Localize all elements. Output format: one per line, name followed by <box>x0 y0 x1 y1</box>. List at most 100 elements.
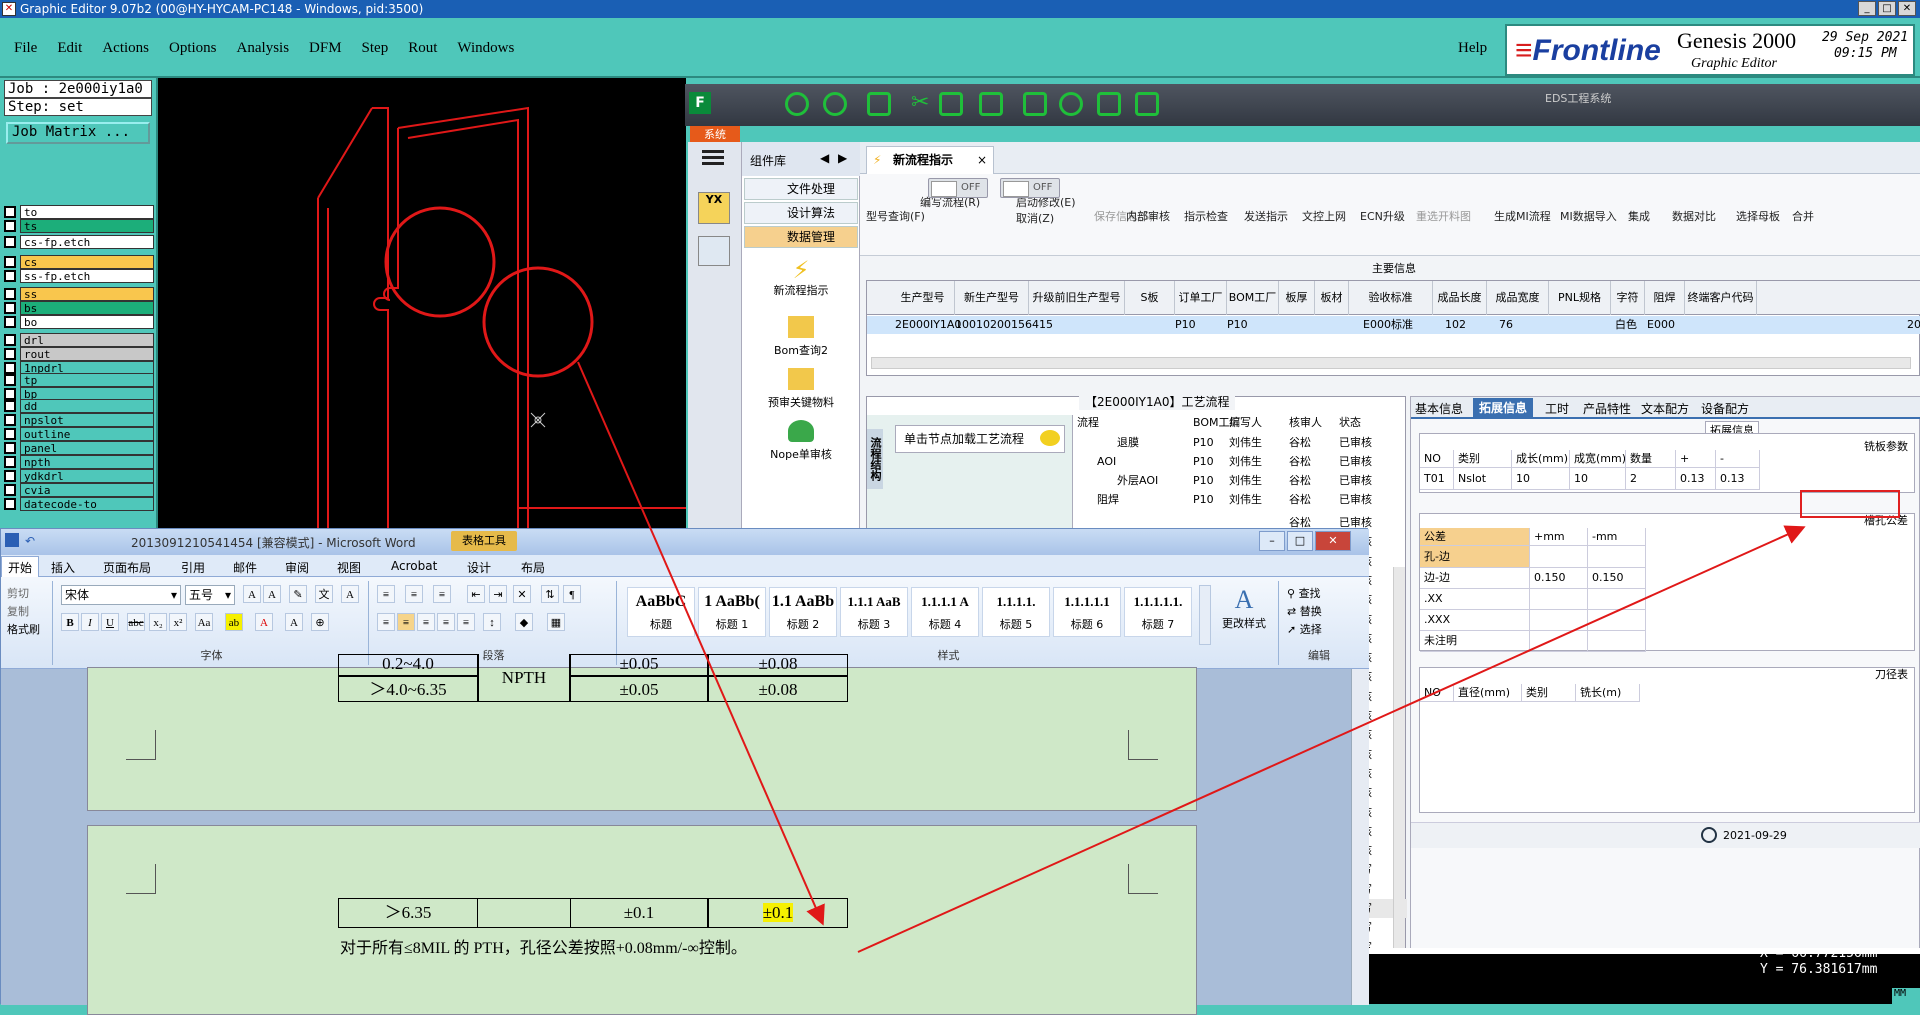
toggle-edit-process[interactable]: OFF <box>928 178 988 198</box>
grid-header-cell[interactable]: S板 <box>1125 281 1175 315</box>
underline-button[interactable]: U <box>101 613 119 631</box>
align-right-button[interactable]: ≡ <box>417 613 435 631</box>
grid-header-cell[interactable]: 字符 <box>1611 281 1645 315</box>
format-painter-button[interactable]: 格式刷 <box>7 621 40 637</box>
process-row[interactable]: AOI P10 刘伟生 谷松 已审核 <box>1077 452 1407 471</box>
phonetic-button[interactable]: 文 <box>315 585 333 603</box>
word-tab[interactable]: Acrobat <box>391 559 437 573</box>
table-cell[interactable]: NPTH <box>478 654 570 702</box>
slot-cell[interactable]: .XXX <box>1420 609 1530 631</box>
grid-header-cell[interactable]: PNL规格 <box>1549 281 1611 315</box>
process-row[interactable]: 退膜 P10 刘伟生 谷松 已审核 <box>1077 433 1407 452</box>
layer-name[interactable]: rout <box>20 346 154 361</box>
layer-row[interactable]: datecode-to <box>4 496 154 511</box>
layer-row[interactable]: ss <box>4 286 154 301</box>
table-cell[interactable]: ±0.05 <box>570 676 708 702</box>
slot-cell[interactable] <box>1588 609 1646 631</box>
copy-button[interactable]: 复制 <box>7 603 29 619</box>
layer-row[interactable]: bs <box>4 300 154 315</box>
menu-rout[interactable]: Rout <box>408 40 437 57</box>
mill-cell[interactable]: 0.13 <box>1676 468 1716 490</box>
enclose-char-button[interactable]: ⊕ <box>311 613 329 631</box>
layer-row[interactable]: cvia <box>4 482 154 497</box>
graphic-canvas[interactable] <box>158 78 686 533</box>
chinese-layout-button[interactable]: ✕ <box>513 585 531 603</box>
menu-options[interactable]: Options <box>169 40 217 57</box>
find-button[interactable]: ⚲ 查找 <box>1287 585 1321 601</box>
close-button[interactable]: ✕ <box>1898 1 1916 16</box>
layer-row[interactable]: cs <box>4 254 154 269</box>
menu-dfm[interactable]: DFM <box>309 40 342 57</box>
subscript-button[interactable]: x₂ <box>149 613 167 631</box>
numbering-button[interactable]: ≡ <box>405 585 423 603</box>
word-tab[interactable]: 邮件 <box>233 559 257 576</box>
layer-checkbox[interactable] <box>4 413 16 426</box>
info-tab[interactable]: 产品特性 <box>1583 400 1631 417</box>
tool-new-process[interactable]: ⚡ 新流程指示 <box>742 256 860 298</box>
select-button[interactable]: ➚ 选择 <box>1287 621 1322 637</box>
ribbon-button[interactable]: 生成MI流程 <box>1494 208 1551 224</box>
monitor-icon[interactable] <box>1135 92 1159 116</box>
superscript-button[interactable]: x² <box>169 613 187 631</box>
ribbon-button[interactable]: ECN升级 <box>1360 208 1405 224</box>
style-item[interactable]: 1.1 AaBb 标题 2 <box>769 587 837 637</box>
layer-name[interactable]: ss-fp.etch <box>20 268 154 283</box>
ribbon-button[interactable]: 选择母板 <box>1736 208 1780 224</box>
layer-row[interactable]: drl <box>4 332 154 347</box>
layer-name[interactable]: ts <box>20 218 154 233</box>
layer-checkbox[interactable] <box>4 373 16 386</box>
info-tab[interactable]: 文本配方 <box>1641 400 1689 417</box>
increase-indent-button[interactable]: ⇥ <box>489 585 507 603</box>
slot-cell[interactable]: 孔-边 <box>1420 546 1530 568</box>
borders-button[interactable]: ▦ <box>547 613 565 631</box>
layer-name[interactable]: npslot <box>20 412 154 427</box>
ribbon-button[interactable]: MI数据导入 <box>1560 208 1617 224</box>
layer-name[interactable]: tp <box>20 372 154 387</box>
word-tab[interactable]: 设计 <box>467 559 491 576</box>
layer-row[interactable]: tp <box>4 372 154 387</box>
layer-name[interactable]: outline <box>20 426 154 441</box>
mill-cell[interactable]: 10 <box>1570 468 1626 490</box>
menu-windows[interactable]: Windows <box>457 40 514 57</box>
style-item[interactable]: 1.1.1 AaB 标题 3 <box>840 587 908 637</box>
strikethrough-button[interactable]: abc <box>127 613 145 631</box>
ribbon-button[interactable]: 发送指示 <box>1244 208 1288 224</box>
scissors-icon[interactable]: ✂ <box>911 92 935 116</box>
grid-cell[interactable]: 20 <box>1907 316 1920 334</box>
char-border-button[interactable]: A <box>341 585 359 603</box>
cut-button[interactable]: 剪切 <box>7 585 29 601</box>
show-marks-button[interactable]: ¶ <box>563 585 581 603</box>
grid-header-cell[interactable]: 升级前旧生产型号 <box>1029 281 1125 315</box>
table-cell[interactable]: ±0.08 <box>708 676 848 702</box>
layer-name[interactable]: to <box>20 204 154 219</box>
ribbon-button[interactable]: 重选开料图 <box>1416 208 1471 224</box>
slot-cell[interactable]: 未注明 <box>1420 630 1530 652</box>
clear-format-button[interactable]: ✎ <box>289 585 307 603</box>
style-item[interactable]: 1.1.1.1.1 标题 6 <box>1053 587 1121 637</box>
style-item[interactable]: 1 AaBb(标题 1 <box>698 587 766 637</box>
slot-cell[interactable] <box>1530 630 1588 652</box>
grid-cell[interactable]: P10 <box>1227 316 1248 334</box>
layer-row[interactable]: ts <box>4 218 154 233</box>
table-cell[interactable]: ±0.1 <box>570 898 708 928</box>
slot-cell[interactable] <box>1530 588 1588 610</box>
table-cell-empty[interactable] <box>478 898 570 928</box>
structure-vertical-tab[interactable]: 流程结构 <box>867 429 883 489</box>
layer-checkbox[interactable] <box>4 333 16 346</box>
info-tab[interactable]: 设备配方 <box>1701 400 1749 417</box>
shrink-font-button[interactable]: A <box>263 585 281 603</box>
tool-precheck-material[interactable]: 预审关键物料 <box>742 368 860 410</box>
info-tab[interactable]: 基本信息 <box>1415 400 1463 417</box>
table-cell[interactable]: ＞6.35 <box>338 898 478 928</box>
library-item-file[interactable]: 文件处理 <box>744 178 858 200</box>
bullets-button[interactable]: ≡ <box>377 585 395 603</box>
word-tab[interactable]: 视图 <box>337 559 361 576</box>
line-spacing-button[interactable]: ↕ <box>483 613 501 631</box>
layer-row[interactable]: cs-fp.etch <box>4 234 154 249</box>
user-icon[interactable] <box>1059 92 1083 116</box>
menu-actions[interactable]: Actions <box>102 40 149 57</box>
font-size-select[interactable]: 五号 ▾ <box>185 585 235 605</box>
close-icon[interactable]: × <box>977 147 987 173</box>
body-paragraph[interactable]: 对于所有≤8MIL 的 PTH，孔径公差按照+0.08mm/-∞控制。 <box>340 934 747 958</box>
style-item[interactable]: AaBbC 标题 <box>627 587 695 637</box>
